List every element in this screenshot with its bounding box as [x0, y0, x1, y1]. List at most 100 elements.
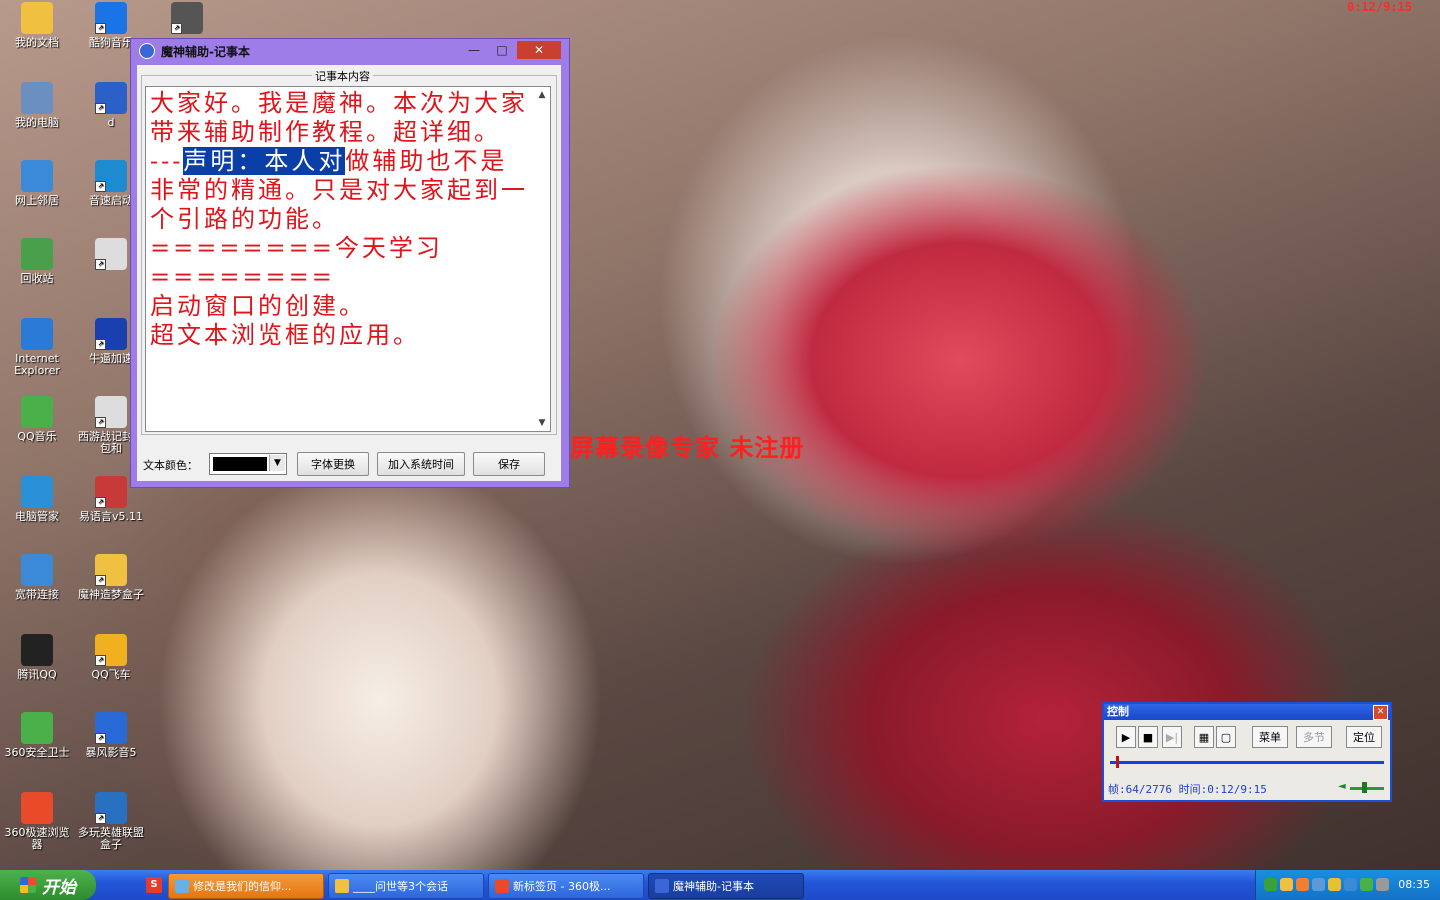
- menu-button[interactable]: 菜单: [1252, 726, 1288, 748]
- desktop-icon[interactable]: 腾讯QQ: [0, 634, 74, 681]
- desktop-icon-label: 网上邻居: [15, 194, 59, 207]
- shortcut-arrow-icon: ↗: [95, 733, 106, 744]
- desktop-icon[interactable]: 360极速浏览器: [0, 792, 74, 851]
- taskbar-task[interactable]: 魔神辅助-记事本: [648, 873, 804, 899]
- taskbar: 开始 S 修改是我们的信仰... ____问世等3个会话 新标签页 - 360极..…: [0, 870, 1440, 900]
- fullscreen-icon[interactable]: ▢: [1216, 726, 1236, 748]
- tray-qq-icon[interactable]: [1280, 878, 1293, 891]
- seek-track: [1110, 761, 1384, 764]
- tray-icon-1[interactable]: [1264, 878, 1277, 891]
- seek-slider[interactable]: [1110, 756, 1384, 768]
- minimize-button[interactable]: —: [461, 41, 487, 59]
- qq-music-icon: [21, 396, 53, 428]
- rich-text-editor[interactable]: 大家好。我是魔神。本次为大家带来辅助制作教程。超详细。 ---声明：本人对做辅助…: [145, 86, 551, 432]
- desktop-icon[interactable]: 宽带连接: [0, 554, 74, 601]
- task-label: 新标签页 - 360极...: [513, 880, 611, 893]
- shortcut-arrow-icon: ↗: [95, 181, 106, 192]
- control-close-icon[interactable]: ✕: [1373, 705, 1388, 720]
- desktop-icon[interactable]: ↗ QQ飞车: [74, 634, 148, 681]
- desktop-icon[interactable]: 我的文档: [0, 2, 74, 49]
- internet-explorer-icon: [21, 318, 53, 350]
- desktop-icon-label: QQ音乐: [17, 430, 57, 443]
- task-app-icon: [335, 879, 349, 893]
- volume-handle[interactable]: [1362, 782, 1367, 793]
- desktop-icon[interactable]: QQ音乐: [0, 396, 74, 443]
- shortcut-arrow-icon: ↗: [95, 259, 106, 270]
- group-title: 记事本内容: [312, 68, 373, 84]
- kugou-music-icon: ↗: [95, 2, 127, 34]
- start-button[interactable]: 开始: [0, 870, 96, 900]
- shortcut-arrow-icon: ↗: [95, 23, 106, 34]
- multi-section-button[interactable]: 多节: [1296, 726, 1332, 748]
- volume-slider[interactable]: ◄: [1338, 781, 1384, 793]
- notepad-client: 记事本内容 大家好。我是魔神。本次为大家带来辅助制作教程。超详细。 ---声明：…: [137, 65, 561, 481]
- 360-browser-icon: [21, 792, 53, 824]
- baofeng-player-icon: ↗: [95, 712, 127, 744]
- desktop-icon[interactable]: ↗ 多玩英雄联盟盒子: [74, 792, 148, 851]
- stop-icon[interactable]: ■: [1138, 726, 1158, 748]
- desktop-icon[interactable]: ↗ 魔神造梦盒子: [74, 554, 148, 601]
- desktop-icon[interactable]: 网上邻居: [0, 160, 74, 207]
- tray-volume-icon[interactable]: [1376, 878, 1389, 891]
- desktop-icon-label: 宽带连接: [15, 588, 59, 601]
- desktop-icon[interactable]: 360安全卫士: [0, 712, 74, 759]
- maximize-button[interactable]: □: [489, 41, 515, 59]
- zoom-fit-icon[interactable]: ▦: [1194, 726, 1214, 748]
- save-button[interactable]: 保存: [473, 452, 545, 476]
- shortcut-arrow-icon: ↗: [95, 339, 106, 350]
- qq-penguin-icon: [21, 634, 53, 666]
- shortcut-arrow-icon: ↗: [95, 575, 106, 586]
- system-tray: 08:35: [1255, 870, 1440, 900]
- text-file-icon: ↗: [95, 238, 127, 270]
- e-language-icon: ↗: [95, 476, 127, 508]
- desktop-icon[interactable]: 电脑管家: [0, 476, 74, 523]
- tray-network-icon[interactable]: [1312, 878, 1325, 891]
- desktop-icon-label: 暴风影音5: [85, 746, 137, 759]
- desktop-icon-label: 电脑管家: [15, 510, 59, 523]
- shortcut-arrow-icon: ↗: [171, 23, 182, 34]
- text-color-select[interactable]: ▼: [209, 453, 287, 475]
- chevron-down-icon[interactable]: ▼: [269, 455, 285, 471]
- desktop-icon[interactable]: 我的电脑: [0, 82, 74, 129]
- locate-button[interactable]: 定位: [1346, 726, 1382, 748]
- play-icon[interactable]: ▶: [1116, 726, 1136, 748]
- editor-text[interactable]: 大家好。我是魔神。本次为大家带来辅助制作教程。超详细。 ---声明：本人对做辅助…: [150, 89, 534, 350]
- close-button[interactable]: ✕: [517, 41, 561, 59]
- tray-warning-icon[interactable]: [1328, 878, 1341, 891]
- desktop-icon[interactable]: Internet Explorer: [0, 318, 74, 377]
- desktop-icon-label: 我的文档: [15, 36, 59, 49]
- start-label: 开始: [42, 877, 76, 898]
- vertical-scrollbar[interactable]: ▲ ▼: [534, 87, 550, 431]
- desktop-icon[interactable]: ↗: [150, 2, 224, 37]
- control-titlebar[interactable]: 控制 ✕: [1104, 704, 1390, 720]
- taskbar-task[interactable]: 修改是我们的信仰...: [168, 873, 324, 899]
- scroll-down-icon[interactable]: ▼: [534, 415, 550, 431]
- app-icon: [139, 43, 155, 59]
- recycle-bin-icon: [21, 238, 53, 270]
- recorder-timer: 0:12/9:15: [1346, 0, 1412, 14]
- taskbar-task[interactable]: 新标签页 - 360极...: [488, 873, 644, 899]
- speaker-icon: ◄: [1338, 781, 1346, 792]
- shortcut-arrow-icon: ↗: [95, 103, 106, 114]
- desktop-icon-label: 我的电脑: [15, 116, 59, 129]
- desktop-icon[interactable]: 回收站: [0, 238, 74, 285]
- folder-icon: ↗: [95, 554, 127, 586]
- desktop-icon[interactable]: ↗ 暴风影音5: [74, 712, 148, 759]
- frame-info: 帧:64/2776 时间:0:12/9:15: [1108, 783, 1267, 796]
- tray-360-icon[interactable]: [1360, 878, 1373, 891]
- desktop-icon-label: 腾讯QQ: [17, 668, 57, 681]
- control-title: 控制: [1107, 705, 1129, 718]
- insert-time-button[interactable]: 加入系统时间: [377, 452, 465, 476]
- change-font-button[interactable]: 字体更换: [297, 452, 369, 476]
- folder-documents-icon: [21, 2, 53, 34]
- next-frame-icon[interactable]: ▶|: [1162, 726, 1182, 748]
- notepad-window: 魔神辅助-记事本 — □ ✕ 记事本内容 大家好。我是魔神。本次为大家带来辅助制…: [130, 38, 570, 488]
- task-app-icon: [175, 879, 189, 893]
- taskbar-task[interactable]: ____问世等3个会话: [328, 873, 484, 899]
- text-after: 做辅助也不是非常的精通。只是对大家起到一个引路的功能。 ========今天学习…: [150, 147, 528, 349]
- tray-qq-icon-2[interactable]: [1296, 878, 1309, 891]
- quicklaunch-sogou-icon[interactable]: S: [146, 877, 162, 893]
- scroll-up-icon[interactable]: ▲: [534, 87, 550, 103]
- tray-icon-6[interactable]: [1344, 878, 1357, 891]
- seek-handle[interactable]: [1116, 756, 1119, 768]
